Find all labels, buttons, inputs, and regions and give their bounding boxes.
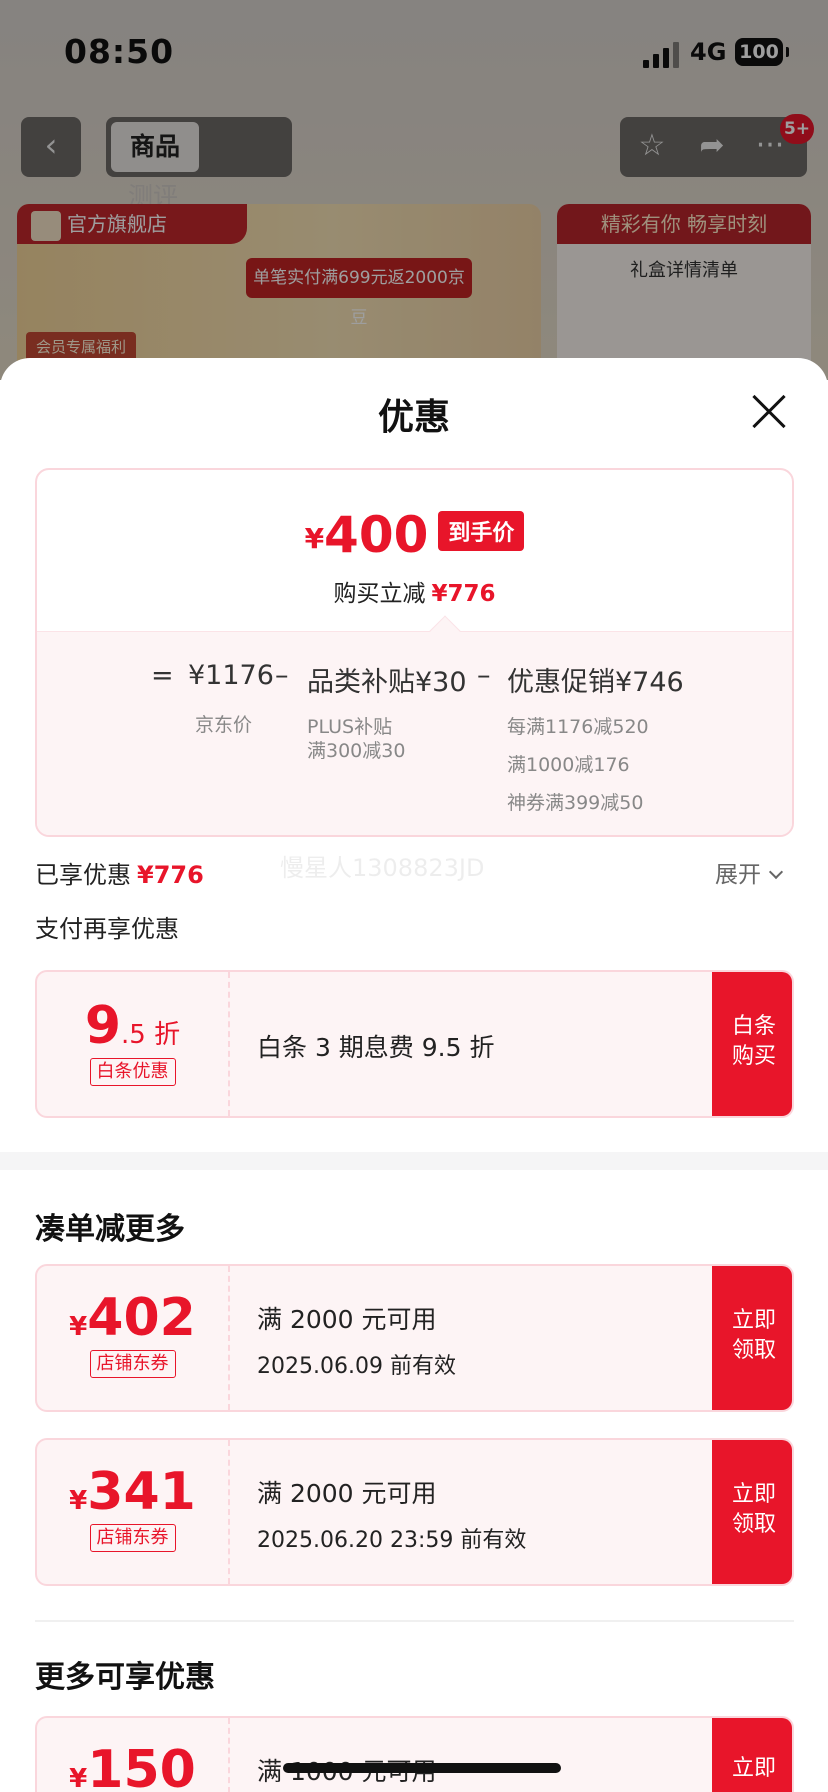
coupon-402-tag: 店铺东券: [89, 1350, 176, 1378]
watermark: 慢星人1308823JD: [280, 854, 485, 882]
baitiao-rate-big: 9: [84, 996, 122, 1056]
formula-equals: =: [151, 660, 174, 691]
coupon-150-value: 150: [87, 1740, 196, 1792]
subsidy-detail-2: 满300减30: [307, 740, 406, 762]
product-page-background: 08:50 4G 100 ‹ 商品 测评 ☆ ➦ ··· 5+ 官方旗舰店 单笔…: [0, 0, 828, 380]
coupon-402-currency: ¥: [69, 1312, 88, 1342]
coupon-341-currency: ¥: [69, 1486, 88, 1516]
baitiao-left: 9.5 折 白条优惠: [37, 972, 230, 1116]
expand-label: 展开: [715, 862, 761, 888]
final-currency: ¥: [304, 522, 325, 555]
formula-jd-price: ¥1176: [188, 660, 274, 691]
coupon-150-claim-label: 立即: [731, 1756, 776, 1781]
formula-minus-2: –: [477, 660, 491, 691]
coupon-402: ¥402 店铺东券 满 2000 元可用 2025.06.09 前有效 立即领取: [35, 1264, 794, 1412]
promo-detail-2: 满1000减176: [507, 754, 630, 776]
enjoyed-amount: ¥776: [137, 861, 204, 889]
enjoyed-label: 已享优惠: [35, 861, 131, 889]
coupon-341-left: ¥341 店铺东券: [37, 1440, 230, 1584]
baitiao-buy-button[interactable]: 白条购买: [712, 972, 792, 1116]
jd-price-label: 京东价: [195, 714, 253, 736]
coupon-402-left: ¥402 店铺东券: [37, 1266, 230, 1410]
more-available-title: 更多可享优惠: [35, 1660, 215, 1695]
purchase-discount: 购买立减 ¥776: [37, 574, 792, 608]
chevron-down-icon: [768, 864, 784, 880]
formula-subsidy: 品类补贴¥30: [307, 667, 467, 698]
formula-minus-1: –: [275, 660, 289, 691]
coupon-341-claim-button[interactable]: 立即领取: [712, 1440, 792, 1584]
modal-overlay[interactable]: [0, 0, 828, 380]
final-price: ¥400 到手价: [37, 506, 792, 564]
coupon-402-amount: ¥402: [37, 1288, 228, 1348]
baitiao-coupon: 9.5 折 白条优惠 白条 3 期息费 9.5 折 白条购买: [35, 970, 794, 1118]
coupon-150-currency: ¥: [69, 1764, 88, 1792]
baitiao-rate: 9.5 折: [37, 996, 228, 1056]
save-amount: ¥776: [431, 581, 496, 607]
promo-detail-3: 神券满399减50: [507, 792, 644, 814]
coupon-341-tag: 店铺东券: [89, 1524, 176, 1552]
section-divider: [0, 1152, 828, 1170]
baitiao-desc: 白条 3 期息费 9.5 折: [257, 1033, 495, 1062]
coupon-402-expiry: 2025.06.09 前有效: [257, 1354, 456, 1379]
baitiao-buy-label: 白条购买: [731, 1014, 776, 1069]
coupon-150: ¥150 满 1000 元可用 立即: [35, 1716, 794, 1792]
final-price-tag: 到手价: [438, 511, 525, 551]
coupon-150-claim-button[interactable]: 立即: [712, 1718, 792, 1792]
expand-button[interactable]: 展开: [715, 855, 784, 889]
coupon-341-expiry: 2025.06.20 23:59 前有效: [257, 1528, 527, 1553]
price-breakdown-card: ¥400 到手价 购买立减 ¥776 = ¥1176 – 品类补贴¥30 – 优惠促…: [35, 468, 794, 837]
subsidy-detail-1: PLUS补贴: [307, 716, 393, 738]
baitiao-rate-small: .5 折: [121, 1020, 181, 1050]
baitiao-tag: 白条优惠: [89, 1058, 176, 1086]
save-label: 购买立减: [333, 581, 426, 607]
final-amount: 400: [324, 506, 429, 564]
coupon-150-left: ¥150: [37, 1718, 230, 1792]
section-separator: [35, 1620, 794, 1622]
formula-promo: 优惠促销¥746: [507, 667, 684, 698]
coupon-341-value: 341: [87, 1462, 196, 1522]
coupon-341-condition: 满 2000 元可用: [257, 1479, 437, 1508]
pay-more-title: 支付再享优惠: [35, 915, 179, 943]
coupon-341-claim-label: 立即领取: [731, 1482, 776, 1537]
more-discount-title: 凑单减更多: [35, 1212, 185, 1247]
enjoyed-discount: 已享优惠 ¥776: [35, 855, 204, 890]
coupon-402-value: 402: [87, 1288, 196, 1348]
coupon-402-condition: 满 2000 元可用: [257, 1305, 437, 1334]
discount-sheet: 优惠 ¥400 到手价 购买立减 ¥776 = ¥1176 – 品类补贴¥30 – …: [0, 358, 828, 1792]
coupon-402-claim-label: 立即领取: [731, 1308, 776, 1363]
close-icon[interactable]: [751, 393, 787, 429]
sheet-title: 优惠: [377, 397, 450, 438]
promo-detail-1: 每满1176减520: [507, 716, 649, 738]
home-indicator[interactable]: [283, 1763, 561, 1773]
coupon-341-amount: ¥341: [37, 1462, 228, 1522]
coupon-341: ¥341 店铺东券 满 2000 元可用 2025.06.20 23:59 前有…: [35, 1438, 794, 1586]
coupon-150-amount: ¥150: [37, 1740, 228, 1792]
coupon-402-claim-button[interactable]: 立即领取: [712, 1266, 792, 1410]
